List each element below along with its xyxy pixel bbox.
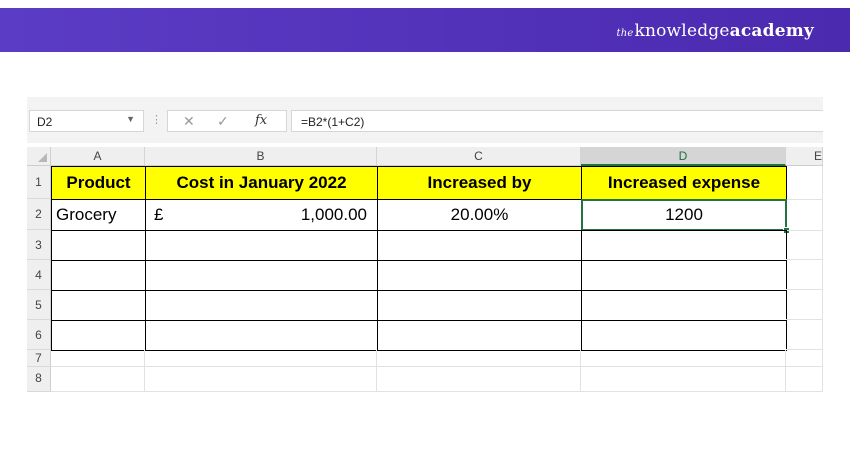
- cell-a1[interactable]: Product: [51, 166, 146, 200]
- brand-banner: theknowledgeacademy: [0, 8, 850, 52]
- cell-a7[interactable]: [51, 350, 145, 367]
- cell-b2[interactable]: £ 1,000.00: [145, 199, 378, 231]
- cell-e3[interactable]: [786, 230, 823, 260]
- cell-c6[interactable]: [377, 320, 582, 351]
- cell-a6[interactable]: [51, 320, 146, 351]
- cell-d3[interactable]: [581, 230, 787, 261]
- cell-b1[interactable]: Cost in January 2022: [145, 166, 378, 200]
- drag-handle-icon[interactable]: ⋮: [151, 113, 162, 126]
- cell-b4[interactable]: [145, 260, 378, 291]
- name-box[interactable]: D2 ▼: [29, 110, 144, 132]
- enter-icon[interactable]: ✓: [217, 113, 229, 130]
- chevron-down-icon[interactable]: ▼: [126, 114, 135, 124]
- cell-d8[interactable]: [581, 367, 786, 392]
- cell-b7[interactable]: [145, 350, 377, 367]
- cell-e5[interactable]: [786, 290, 823, 320]
- insert-function-icon[interactable]: fx: [255, 113, 267, 128]
- brand-logo: theknowledgeacademy: [616, 21, 814, 41]
- cell-c4[interactable]: [377, 260, 582, 291]
- row-header-2[interactable]: 2: [27, 199, 51, 230]
- column-header-c[interactable]: C: [377, 147, 581, 166]
- cell-a8[interactable]: [51, 367, 145, 392]
- cell-a3[interactable]: [51, 230, 146, 261]
- cell-c8[interactable]: [377, 367, 581, 392]
- cancel-icon[interactable]: ✕: [183, 113, 195, 130]
- column-header-a[interactable]: A: [51, 147, 145, 166]
- row-header-1[interactable]: 1: [27, 166, 51, 199]
- currency-symbol: £: [154, 205, 164, 224]
- cell-b6[interactable]: [145, 320, 378, 351]
- cell-d5[interactable]: [581, 290, 787, 321]
- row-header-7[interactable]: 7: [27, 350, 51, 367]
- cell-b3[interactable]: [145, 230, 378, 261]
- cell-c2[interactable]: 20.00%: [377, 199, 582, 231]
- column-header-b[interactable]: B: [145, 147, 377, 166]
- cell-c3[interactable]: [377, 230, 582, 261]
- row-header-3[interactable]: 3: [27, 230, 51, 260]
- cell-a5[interactable]: [51, 290, 146, 321]
- cell-d7[interactable]: [581, 350, 786, 367]
- row-header-6[interactable]: 6: [27, 320, 51, 350]
- cell-e4[interactable]: [786, 260, 823, 290]
- cell-c7[interactable]: [377, 350, 581, 367]
- cell-c1[interactable]: Increased by: [377, 166, 582, 200]
- cell-e8[interactable]: [786, 367, 823, 392]
- cell-d2[interactable]: 1200: [581, 199, 787, 231]
- formula-buttons: ✕ ✓ fx: [167, 110, 287, 132]
- cell-e7[interactable]: [786, 350, 823, 367]
- cell-d4[interactable]: [581, 260, 787, 291]
- cell-b8[interactable]: [145, 367, 377, 392]
- cost-value: 1,000.00: [300, 205, 367, 224]
- cell-d1[interactable]: Increased expense: [581, 166, 787, 200]
- cell-b5[interactable]: [145, 290, 378, 321]
- column-header-e[interactable]: E: [786, 147, 823, 166]
- formula-bar: D2 ▼ ⋮ ✕ ✓ fx =B2*(1+C2): [27, 97, 823, 143]
- row-header-8[interactable]: 8: [27, 367, 51, 392]
- formula-input[interactable]: =B2*(1+C2): [291, 110, 823, 132]
- cell-a4[interactable]: [51, 260, 146, 291]
- cell-e1[interactable]: [786, 166, 823, 200]
- cell-e2[interactable]: [786, 199, 823, 231]
- formula-text: =B2*(1+C2): [301, 115, 365, 129]
- spreadsheet-window: D2 ▼ ⋮ ✕ ✓ fx =B2*(1+C2) A B C D E 1 2 3…: [27, 97, 823, 397]
- cell-c5[interactable]: [377, 290, 582, 321]
- cell-a2[interactable]: Grocery: [51, 199, 146, 231]
- row-header-4[interactable]: 4: [27, 260, 51, 290]
- cell-d6[interactable]: [581, 320, 787, 351]
- column-header-d[interactable]: D: [581, 147, 786, 166]
- cell-e6[interactable]: [786, 320, 823, 350]
- select-all-corner[interactable]: [27, 147, 51, 166]
- row-header-5[interactable]: 5: [27, 290, 51, 320]
